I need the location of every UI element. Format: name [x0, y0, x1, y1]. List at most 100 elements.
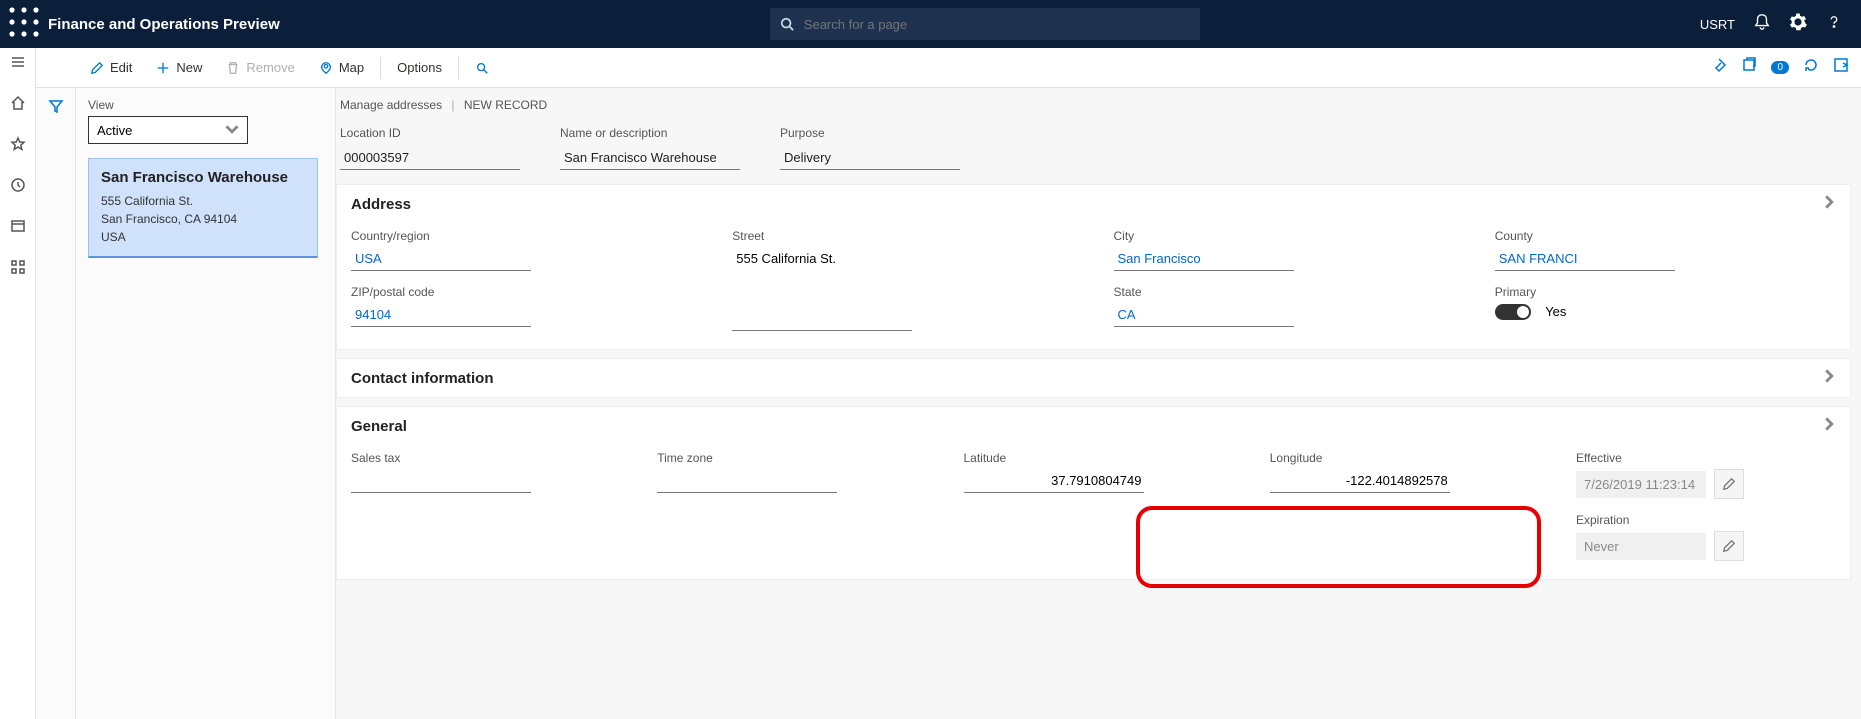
expiration-label: Expiration: [1576, 513, 1836, 527]
attach-icon[interactable]: [1711, 57, 1727, 78]
filter-icon[interactable]: [48, 98, 64, 719]
map-label: Map: [339, 60, 364, 75]
list-panel: View Active San Francisco Warehouse 555 …: [76, 88, 336, 719]
city-label: City: [1114, 229, 1455, 243]
latitude-label: Latitude: [964, 451, 1230, 465]
divider: [458, 57, 459, 79]
new-button[interactable]: New: [144, 48, 214, 87]
edit-expiration-button[interactable]: [1714, 531, 1744, 561]
close-page-icon[interactable]: [1833, 57, 1849, 78]
app-launcher-icon[interactable]: [8, 6, 40, 43]
longitude-label: Longitude: [1270, 451, 1536, 465]
latitude-field[interactable]: [964, 469, 1144, 493]
new-label: New: [176, 60, 202, 75]
location-id-field[interactable]: [340, 146, 520, 170]
gear-icon[interactable]: [1789, 13, 1807, 36]
expiration-field: [1576, 533, 1706, 560]
purpose-label: Purpose: [780, 126, 960, 140]
general-section-title: General: [351, 418, 407, 435]
location-id-label: Location ID: [340, 126, 520, 140]
county-label: County: [1495, 229, 1836, 243]
favorite-icon[interactable]: [10, 136, 26, 157]
detail-panel: Manage addresses | NEW RECORD Location I…: [336, 88, 1861, 719]
global-search[interactable]: [770, 8, 1200, 40]
chevron-down-icon: [1822, 369, 1836, 387]
card-line: USA: [101, 228, 305, 246]
timezone-label: Time zone: [657, 451, 923, 465]
address-section-header[interactable]: Address: [337, 185, 1850, 223]
effective-field: [1576, 471, 1706, 498]
breadcrumb-sep: |: [451, 98, 454, 112]
salestax-label: Sales tax: [351, 451, 617, 465]
card-line: 555 California St.: [101, 192, 305, 210]
workspace-icon[interactable]: [10, 218, 26, 239]
global-header: Finance and Operations Preview USRT: [0, 0, 1861, 48]
general-section-header[interactable]: General: [337, 407, 1850, 445]
address-section: Address Country/region Street: [336, 184, 1851, 350]
contact-section-header[interactable]: Contact information: [337, 359, 1850, 397]
breadcrumb-current: NEW RECORD: [464, 98, 547, 112]
zip-field[interactable]: [351, 303, 531, 327]
salestax-field[interactable]: [351, 469, 531, 493]
command-bar: Edit New Remove Map Options 0: [36, 48, 1861, 88]
county-field[interactable]: [1495, 247, 1675, 271]
street-extra-field[interactable]: [732, 307, 912, 331]
name-field[interactable]: [560, 146, 740, 170]
modules-icon[interactable]: [10, 259, 26, 280]
find-button[interactable]: [463, 48, 501, 87]
purpose-field[interactable]: [780, 146, 960, 170]
open-new-icon[interactable]: [1741, 57, 1757, 78]
recent-icon[interactable]: [10, 177, 26, 198]
state-field[interactable]: [1114, 303, 1294, 327]
edit-label: Edit: [110, 60, 132, 75]
view-value: Active: [97, 123, 132, 138]
address-card-selected[interactable]: San Francisco Warehouse 555 California S…: [88, 158, 318, 258]
refresh-icon[interactable]: [1803, 57, 1819, 78]
remove-label: Remove: [246, 60, 294, 75]
breadcrumb-root[interactable]: Manage addresses: [340, 98, 442, 112]
view-label: View: [88, 98, 323, 112]
primary-label: Primary: [1495, 285, 1836, 299]
edit-effective-button[interactable]: [1714, 469, 1744, 499]
name-label: Name or description: [560, 126, 740, 140]
edit-button[interactable]: Edit: [78, 48, 144, 87]
country-field[interactable]: [351, 247, 531, 271]
street-field[interactable]: [732, 247, 912, 270]
country-label: Country/region: [351, 229, 692, 243]
filter-column: [36, 88, 76, 719]
breadcrumb: Manage addresses | NEW RECORD: [336, 88, 1861, 126]
primary-value: Yes: [1545, 304, 1566, 319]
city-field[interactable]: [1114, 247, 1294, 271]
effective-label: Effective: [1576, 451, 1836, 465]
left-nav-rail: [0, 48, 36, 719]
hamburger-icon[interactable]: [10, 54, 26, 75]
chevron-down-icon: [1822, 195, 1836, 213]
card-line: San Francisco, CA 94104: [101, 210, 305, 228]
home-icon[interactable]: [10, 95, 26, 116]
card-title: San Francisco Warehouse: [101, 169, 305, 186]
notification-icon[interactable]: [1753, 13, 1771, 36]
street-label: Street: [732, 229, 1073, 243]
general-section: General Sales tax Time zone: [336, 406, 1851, 580]
timezone-field[interactable]: [657, 469, 837, 493]
current-user[interactable]: USRT: [1700, 17, 1735, 32]
longitude-field[interactable]: [1270, 469, 1450, 493]
remove-button: Remove: [214, 48, 306, 87]
app-title: Finance and Operations Preview: [48, 16, 280, 33]
primary-toggle[interactable]: [1495, 304, 1531, 320]
message-count-badge[interactable]: 0: [1771, 61, 1789, 74]
chevron-down-icon: [225, 122, 239, 139]
global-search-input[interactable]: [804, 17, 1190, 32]
view-dropdown[interactable]: Active: [88, 116, 248, 144]
zip-label: ZIP/postal code: [351, 285, 692, 299]
help-icon[interactable]: [1825, 13, 1843, 36]
chevron-down-icon: [1822, 417, 1836, 435]
divider: [380, 57, 381, 79]
contact-section: Contact information: [336, 358, 1851, 398]
options-label: Options: [397, 60, 442, 75]
address-section-title: Address: [351, 196, 411, 213]
options-button[interactable]: Options: [385, 48, 454, 87]
map-button[interactable]: Map: [307, 48, 376, 87]
state-label: State: [1114, 285, 1455, 299]
search-icon: [780, 17, 794, 31]
